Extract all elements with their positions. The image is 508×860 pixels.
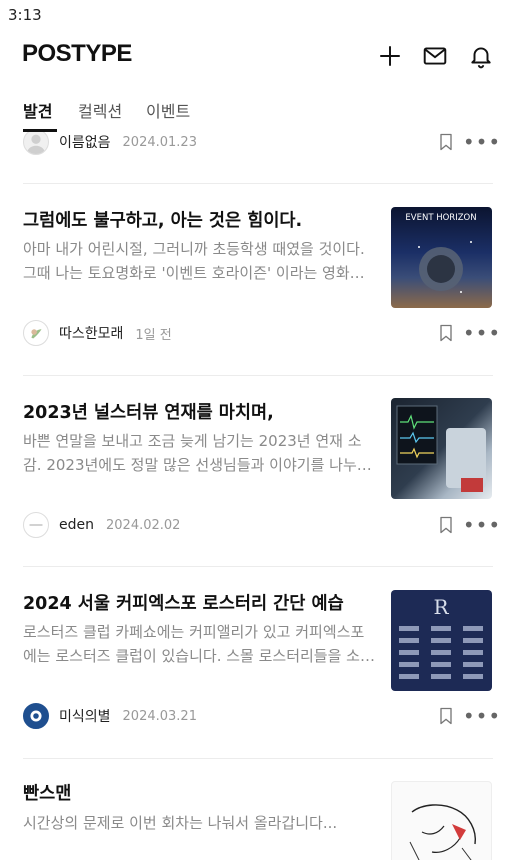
- post-date: 1일 전: [135, 327, 172, 343]
- post-excerpt: 바쁜 연말을 보내고 조금 늦게 남기는 2023년 연재 소감. 2023년에…: [23, 432, 371, 474]
- post-date: 2024.03.21: [122, 708, 197, 724]
- post-thumbnail[interactable]: R: [391, 590, 492, 691]
- post-title[interactable]: 그럼에도 불구하고, 아는 것은 힘이다.: [23, 207, 375, 232]
- divider: [23, 758, 493, 759]
- bookmark-icon[interactable]: [435, 322, 457, 344]
- post-thumbnail[interactable]: EVENT HORIZON: [391, 207, 492, 308]
- divider: [23, 375, 493, 376]
- more-icon[interactable]: •••: [463, 322, 500, 344]
- post-meta-row: 이름없음 2024.01.23 •••: [23, 132, 500, 155]
- brand-logo[interactable]: POSTYPE: [22, 40, 132, 68]
- bell-icon[interactable]: [467, 42, 495, 70]
- post-thumbnail[interactable]: [391, 398, 492, 499]
- tab-event[interactable]: 이벤트: [146, 94, 190, 132]
- avatar[interactable]: [23, 320, 49, 346]
- tab-discover[interactable]: 발견: [23, 94, 57, 132]
- divider: [23, 566, 493, 567]
- post-title[interactable]: 빤스맨: [23, 780, 375, 805]
- more-icon[interactable]: •••: [463, 705, 500, 727]
- thumbnail-title: EVENT HORIZON: [405, 213, 476, 223]
- more-icon[interactable]: •••: [463, 132, 500, 153]
- post-excerpt: 아마 내가 어린시절, 그러니까 초등학생 때였을 것이다. 그때 나는 토요명…: [23, 240, 365, 282]
- bookmark-icon[interactable]: [435, 514, 457, 536]
- post-excerpt: 로스터즈 클럽 카페쇼에는 커피앨리가 있고 커피엑스포에는 로스터즈 클럽이 …: [23, 623, 374, 665]
- plus-icon[interactable]: [376, 42, 404, 70]
- post-meta-row: 따스한모래 1일 전 •••: [23, 320, 500, 346]
- avatar[interactable]: [23, 512, 49, 538]
- post-date: 2024.01.23: [122, 134, 197, 150]
- author-name[interactable]: 미식의별: [59, 706, 111, 726]
- bookmark-icon[interactable]: [435, 132, 457, 153]
- post-date: 2024.02.02: [106, 517, 181, 533]
- post-thumbnail[interactable]: [391, 781, 492, 860]
- more-icon[interactable]: •••: [463, 514, 500, 536]
- tab-collection[interactable]: 컬렉션: [78, 94, 122, 132]
- tab-bar: 발견 컬렉션 이벤트: [0, 94, 508, 132]
- thumbnail-logo: R: [433, 595, 449, 619]
- post-feed: 이름없음 2024.01.23 ••• 그럼에도 불구하고, 아는 것은 힘이다…: [0, 132, 508, 860]
- post-title[interactable]: 2023년 널스터뷰 연재를 마치며,: [23, 399, 375, 424]
- post-title[interactable]: 2024 서울 커피엑스포 로스터리 간단 예습: [23, 590, 375, 615]
- post-meta-row: eden 2024.02.02 •••: [23, 512, 500, 538]
- author-name[interactable]: eden: [59, 517, 94, 533]
- author-name[interactable]: 이름없음: [59, 132, 111, 152]
- avatar[interactable]: [23, 703, 49, 729]
- author-name[interactable]: 따스한모래: [59, 323, 123, 343]
- bookmark-icon[interactable]: [435, 705, 457, 727]
- post-excerpt: 시간상의 문제로 이번 회차는 나눠서 올라갑니다...: [23, 814, 338, 832]
- mail-icon[interactable]: [421, 42, 449, 70]
- avatar[interactable]: [23, 132, 49, 155]
- post-meta-row: 미식의별 2024.03.21 •••: [23, 703, 500, 729]
- status-time: 3:13: [8, 6, 42, 24]
- divider: [23, 183, 493, 184]
